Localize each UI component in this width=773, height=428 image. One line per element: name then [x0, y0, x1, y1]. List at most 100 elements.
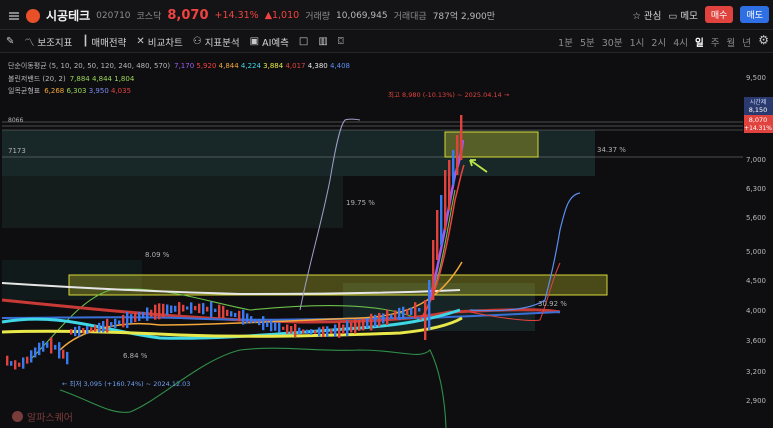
- candle[interactable]: [74, 326, 77, 337]
- candle[interactable]: [418, 307, 421, 312]
- candle[interactable]: [330, 328, 333, 334]
- candle[interactable]: [326, 326, 329, 337]
- tool-indicators[interactable]: 〽 보조지표: [24, 34, 72, 50]
- candle[interactable]: [138, 311, 141, 322]
- ma-legend-row[interactable]: 단순이동평균 (5, 10, 20, 50, 120, 240, 480, 57…: [8, 60, 350, 73]
- candle[interactable]: [338, 322, 341, 338]
- candle[interactable]: [386, 309, 389, 325]
- candle[interactable]: [444, 170, 447, 230]
- period-5[interactable]: 4시: [673, 35, 688, 49]
- candle[interactable]: [302, 329, 305, 334]
- candle[interactable]: [286, 324, 289, 334]
- candle[interactable]: [86, 326, 89, 335]
- highlight-box-lower[interactable]: [68, 274, 608, 296]
- candle[interactable]: [146, 307, 149, 321]
- layout-icon[interactable]: ▥: [318, 36, 327, 47]
- candle[interactable]: [262, 316, 265, 331]
- candle[interactable]: [134, 312, 137, 323]
- candle[interactable]: [158, 303, 161, 320]
- candle[interactable]: [198, 303, 201, 314]
- candle[interactable]: [402, 306, 405, 320]
- candle[interactable]: [90, 327, 93, 332]
- sell-button[interactable]: 매도: [740, 6, 769, 23]
- candle[interactable]: [294, 323, 297, 338]
- candle[interactable]: [394, 310, 397, 320]
- candle[interactable]: [170, 305, 173, 314]
- candle[interactable]: [110, 322, 113, 328]
- candle[interactable]: [350, 322, 353, 333]
- candle[interactable]: [378, 312, 381, 327]
- candle[interactable]: [266, 321, 269, 327]
- candle[interactable]: [62, 349, 65, 359]
- candle[interactable]: [14, 360, 17, 370]
- tool-analysis[interactable]: ⚇ 지표분석: [193, 35, 240, 49]
- candle[interactable]: [448, 160, 451, 210]
- candle[interactable]: [114, 318, 117, 329]
- stock-name[interactable]: 시공테크: [46, 7, 90, 24]
- candle[interactable]: [310, 329, 313, 335]
- candle[interactable]: [30, 350, 33, 363]
- tool-compare[interactable]: ✕ 비교차트: [136, 35, 182, 49]
- candle[interactable]: [122, 314, 125, 328]
- candle[interactable]: [34, 347, 37, 358]
- candle[interactable]: [190, 302, 193, 314]
- candle[interactable]: [322, 326, 325, 338]
- price-chart[interactable]: 9,5008,5007,0006,3005,6005,0004,5004,000…: [0, 53, 773, 428]
- candle[interactable]: [226, 309, 229, 317]
- candle[interactable]: [66, 351, 69, 365]
- highlight-box-upper[interactable]: [444, 131, 539, 158]
- pencil-icon[interactable]: ✎: [6, 36, 14, 47]
- candle[interactable]: [366, 318, 369, 328]
- memo-button[interactable]: ▭ 메모: [668, 8, 698, 22]
- candle[interactable]: [358, 320, 361, 331]
- candle[interactable]: [102, 320, 105, 333]
- bollinger-legend-row[interactable]: 볼린저밴드 (20, 2) 7,884 4,844 1,804: [8, 73, 350, 86]
- candle[interactable]: [424, 300, 427, 340]
- candle[interactable]: [150, 309, 153, 317]
- period-9[interactable]: 년: [742, 35, 751, 49]
- candle[interactable]: [290, 326, 293, 334]
- period-8[interactable]: 월: [727, 35, 736, 49]
- candle[interactable]: [278, 322, 281, 333]
- candle[interactable]: [10, 361, 13, 366]
- candle[interactable]: [214, 308, 217, 313]
- candle[interactable]: [254, 318, 257, 323]
- candle[interactable]: [162, 303, 165, 318]
- candle[interactable]: [370, 313, 373, 331]
- candle[interactable]: [178, 302, 181, 315]
- period-2[interactable]: 30분: [602, 35, 623, 49]
- period-7[interactable]: 주: [711, 35, 720, 49]
- buy-button[interactable]: 매수: [704, 6, 734, 23]
- candle[interactable]: [270, 319, 273, 332]
- camera-icon[interactable]: ⌼: [338, 36, 344, 47]
- candle[interactable]: [230, 311, 233, 317]
- watch-button[interactable]: ☆ 관심: [632, 8, 661, 22]
- candle[interactable]: [210, 301, 213, 318]
- candle[interactable]: [362, 318, 365, 331]
- candle[interactable]: [246, 313, 249, 324]
- candle[interactable]: [26, 356, 29, 364]
- candle[interactable]: [58, 342, 61, 359]
- candle[interactable]: [186, 306, 189, 310]
- candle[interactable]: [50, 337, 53, 354]
- candle[interactable]: [22, 357, 25, 369]
- period-0[interactable]: 1분: [558, 35, 573, 49]
- candle[interactable]: [436, 210, 439, 260]
- candle[interactable]: [82, 328, 85, 334]
- candle[interactable]: [452, 150, 455, 185]
- candle[interactable]: [94, 325, 97, 332]
- candle[interactable]: [38, 342, 41, 356]
- gear-icon[interactable]: ⚙: [758, 33, 769, 47]
- candle[interactable]: [374, 314, 377, 327]
- candle[interactable]: [174, 305, 177, 312]
- candle[interactable]: [194, 305, 197, 311]
- candle[interactable]: [202, 303, 205, 315]
- candle[interactable]: [460, 115, 463, 160]
- candle[interactable]: [6, 355, 9, 366]
- candle[interactable]: [318, 327, 321, 337]
- candle[interactable]: [238, 310, 241, 322]
- candle[interactable]: [346, 320, 349, 337]
- candle[interactable]: [126, 311, 129, 329]
- candle[interactable]: [46, 342, 49, 348]
- candle[interactable]: [382, 313, 385, 324]
